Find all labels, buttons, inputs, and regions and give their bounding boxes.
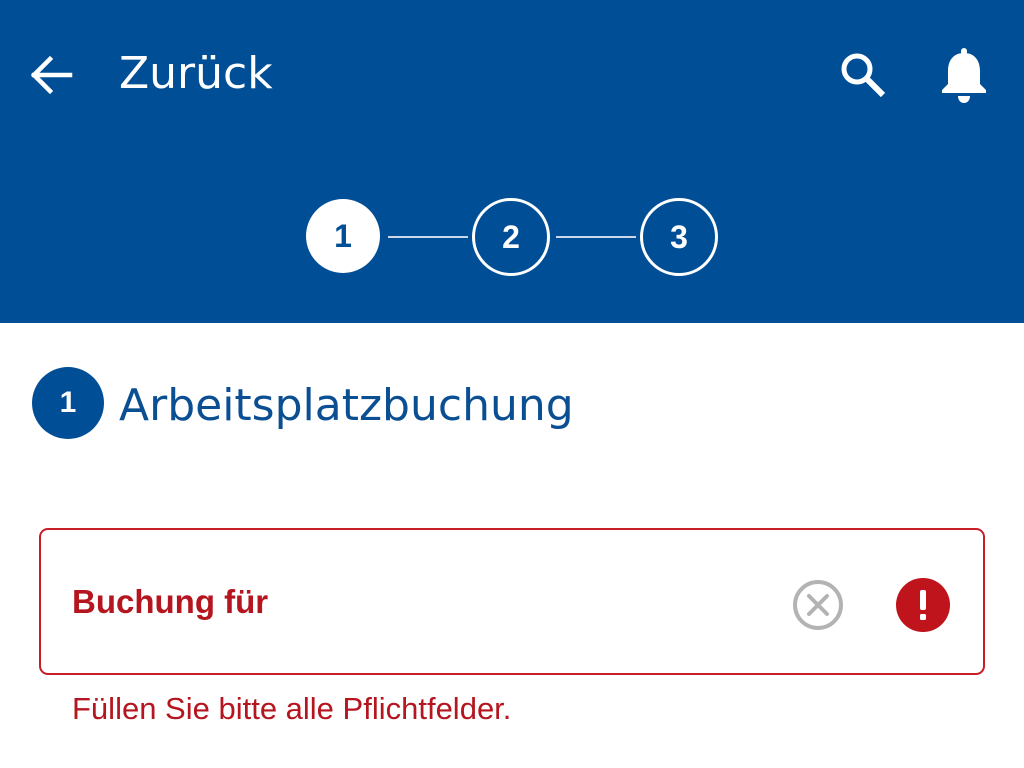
booking-for-field[interactable]: Buchung für: [39, 528, 985, 675]
error-exclamation-icon: [896, 578, 950, 632]
validation-error-message: Füllen Sie bitte alle Pflichtfelder.: [72, 691, 512, 726]
step-connector: [388, 236, 468, 238]
section-title: Arbeitsplatzbuchung: [119, 380, 574, 431]
clear-button[interactable]: [791, 578, 845, 632]
section-number-badge: 1: [32, 367, 104, 439]
search-button[interactable]: [831, 43, 895, 107]
booking-for-label: Buchung für: [72, 583, 269, 620]
notifications-button[interactable]: [932, 43, 996, 107]
app-header: Zurück 1 2 3: [0, 0, 1024, 323]
step-connector: [556, 236, 636, 238]
step-3-indicator[interactable]: 3: [640, 198, 718, 276]
step-2-indicator[interactable]: 2: [472, 198, 550, 276]
search-icon: [841, 53, 886, 98]
step-1-indicator[interactable]: 1: [306, 199, 380, 273]
arrow-left-icon: [30, 55, 73, 95]
back-label[interactable]: Zurück: [119, 46, 273, 102]
back-button[interactable]: [18, 44, 84, 106]
bell-icon: [942, 48, 986, 103]
step-indicator: 1 2 3: [306, 198, 720, 277]
clear-circle-icon: [793, 580, 843, 630]
